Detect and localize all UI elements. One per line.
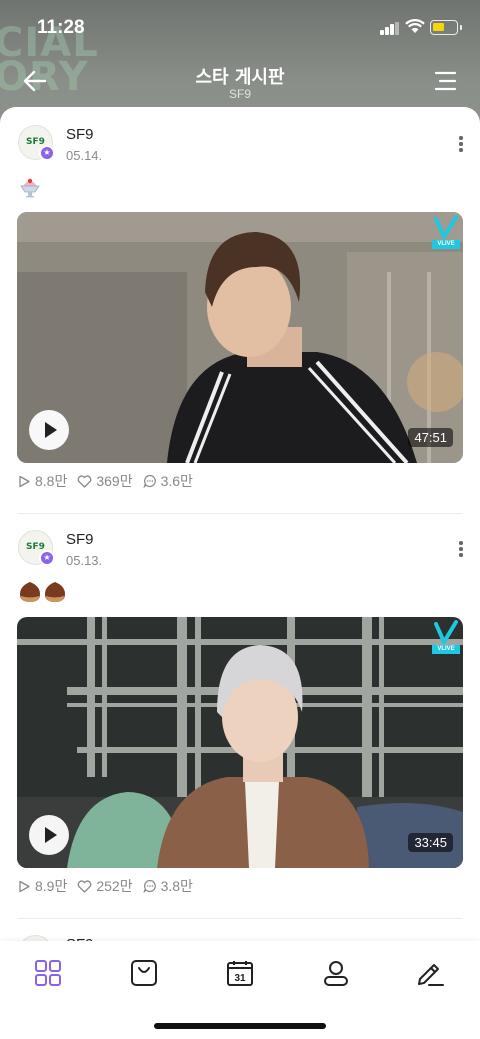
video-still-image	[17, 212, 463, 463]
bottom-nav: 31	[0, 941, 480, 1039]
video-duration: 33:45	[408, 833, 453, 852]
post-author[interactable]: SF9	[66, 531, 94, 548]
play-count-icon	[19, 880, 30, 892]
nav-calendar[interactable]: 31	[222, 955, 258, 991]
calendar-icon: 31	[227, 961, 253, 986]
heart-icon	[77, 879, 92, 893]
video-thumbnail[interactable]: VLIVE 33:45	[17, 617, 463, 868]
vlive-badge-icon: VLIVE	[432, 215, 460, 251]
star-badge-icon: ★	[39, 550, 55, 566]
content-sheet: SF9 ★ SF9 05.14. VLIVE 47:51 8.8만 369만 3…	[0, 107, 480, 967]
comment-icon	[143, 474, 156, 488]
battery-cap	[460, 25, 462, 30]
status-time: 11:28	[37, 17, 85, 38]
status-bar: 11:28	[0, 0, 480, 54]
heart-icon	[77, 474, 92, 488]
play-button[interactable]	[29, 815, 69, 855]
signal-icon	[380, 22, 400, 35]
post-divider	[18, 513, 462, 514]
chestnut-emoji	[20, 582, 65, 602]
post-stats: 8.9만 252만 3.8만	[18, 877, 203, 895]
nav-shop[interactable]	[126, 955, 162, 991]
menu-icon[interactable]	[432, 70, 458, 92]
vlive-badge-icon: VLIVE	[432, 620, 460, 656]
profile-icon	[324, 961, 348, 986]
likes-stat[interactable]: 252만	[77, 876, 133, 896]
compose-icon	[418, 964, 444, 986]
video-duration: 47:51	[408, 428, 453, 447]
wifi-icon	[405, 19, 425, 33]
header-bar: 스타 게시판 SF9	[0, 54, 480, 106]
grid-icon	[35, 960, 61, 986]
page-title: 스타 게시판	[195, 67, 285, 88]
nav-home[interactable]	[30, 955, 66, 991]
post-divider	[18, 918, 462, 919]
post-date: 05.13.	[66, 553, 103, 568]
nav-compose[interactable]	[412, 955, 448, 991]
play-count-icon	[19, 475, 30, 487]
star-badge-icon: ★	[39, 145, 55, 161]
play-button[interactable]	[29, 410, 69, 450]
post-author[interactable]: SF9	[66, 126, 94, 143]
shop-bag-icon	[131, 960, 157, 986]
plays-stat: 8.8만	[18, 471, 67, 491]
more-options-icon[interactable]	[455, 136, 467, 154]
likes-stat[interactable]: 369만	[77, 471, 133, 491]
nav-profile[interactable]	[318, 955, 354, 991]
video-still-image	[17, 617, 463, 868]
video-thumbnail[interactable]: VLIVE 47:51	[17, 212, 463, 463]
post-date: 05.14.	[66, 148, 103, 163]
post-emoji-row	[18, 175, 42, 199]
battery-icon	[430, 20, 458, 35]
plays-stat: 8.9만	[18, 876, 67, 896]
page-subtitle: SF9	[228, 87, 251, 101]
comment-icon	[143, 879, 156, 893]
comments-stat[interactable]: 3.6만	[143, 471, 193, 491]
comments-stat[interactable]: 3.8만	[143, 876, 193, 896]
post-stats: 8.8만 369만 3.6만	[18, 472, 203, 490]
svg-text:31: 31	[234, 973, 246, 984]
shaved-ice-emoji	[20, 178, 40, 198]
post-emoji-row	[18, 580, 68, 604]
more-options-icon[interactable]	[455, 541, 467, 559]
home-indicator	[154, 1023, 326, 1029]
